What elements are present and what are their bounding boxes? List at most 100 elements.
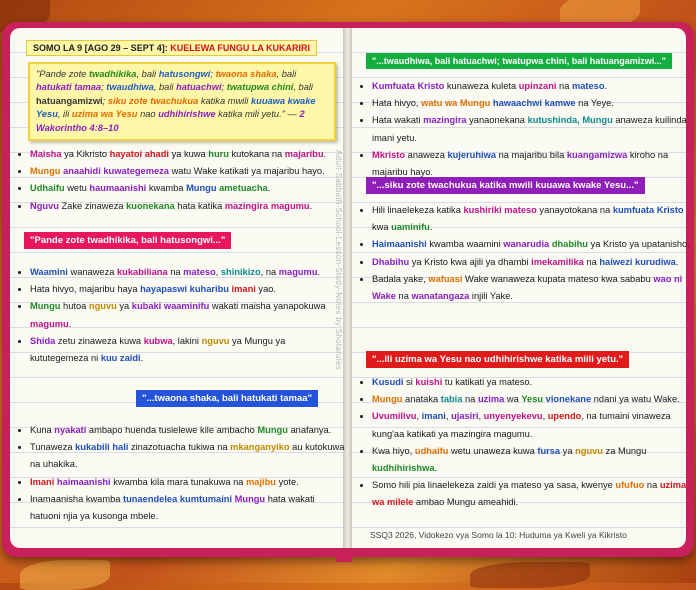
text-span: Kuna [30,425,55,435]
list-item: Badala yake, wafuasi Wake wanaweza kupat… [372,271,692,305]
text-span: Mungu [30,166,61,177]
text-span: Mungu [30,301,61,312]
verse-keyword: twatupwa chini [226,82,294,93]
list-item: Hata wakati mazingira yanaonekana kutush… [372,112,692,146]
page-footer: SSQ3 2026, Vidokezo vya Somo la 10: Hudu… [370,530,627,540]
memory-verse-box: "Pande zote twadhikika, bali hatusongwi;… [28,62,336,142]
autumn-leaf-decoration [20,560,110,590]
text-span: upendo [547,411,582,422]
text-span: kutokana na [228,149,285,159]
text-span: shinikizo [220,267,261,277]
text-span: imekamilika [531,256,584,267]
verse-keyword: uzima wa Yesu [71,109,138,120]
text-span: majaribu [284,149,324,159]
text-span: kuonekana [126,200,175,211]
text-span: . [309,200,313,211]
verse-text: , bali [276,69,297,79]
text-span: watu wa Mungu [421,98,491,109]
text-span: Maisha [30,149,62,159]
text-span: nguvu [575,445,603,456]
verse-keyword: hatukati tamaa [36,82,102,93]
verse-keyword: hatuachwi [176,82,222,93]
text-span: Somo hili pia linaelekeza zaidi ya mates… [372,480,616,491]
text-span: nguvu [88,301,117,312]
list-item: Hili linaelekeza katika kushiriki mateso… [372,202,692,236]
text-span: . [140,353,144,364]
section-banner: "Pande zote twadhikika, bali hatusongwi.… [24,232,232,249]
list-item: Kuna nyakati ambapo huenda tusielewe kil… [30,422,346,439]
text-span: ambao Mungu ameahidi. [413,497,519,508]
text-span: Hata hivyo, [372,98,422,109]
text-span: ya Kikristo [61,149,110,159]
text-span: Nguvu [30,200,59,211]
text-span: ya kuwa [169,149,209,159]
text-span: Tunaweza [30,442,76,453]
verse-text: katika mili yetu." — [218,109,297,120]
lesson-title: KUELEWA FUNGU LA KUKARIRI [170,43,311,53]
text-span: Inamaanisha kwamba [30,493,124,504]
list-item: Waamini wanaweza kukabiliana na mateso , … [30,264,346,281]
text-span: tu katikati ya mateso. [442,377,533,387]
text-span: na [644,480,660,491]
list-item: Udhaifu wetu haumaanishi kwamba Mungu am… [30,180,346,197]
verse-text: ; [221,82,225,93]
text-span: kukabili hali [75,442,129,453]
section-banner: "...siku zote twachukua katika mwili kuu… [366,177,645,194]
text-span: ujasiri [451,411,479,422]
text-span: Badala yake, [372,273,429,284]
autumn-leaf-decoration [470,562,590,588]
text-span: kukabiliana [117,267,168,277]
text-span: Waamini [30,267,68,277]
text-span: Wake wanaweza kupata mateso kwa sababu [462,273,654,284]
verse-text: ; [101,82,104,93]
text-span: upinzani [518,81,557,91]
verse-keyword: siku zote twachukua [107,95,199,106]
text-span: na Yeye. [575,98,614,109]
text-span: , lakini [172,335,202,346]
text-span: wetu unaweza kuwa [448,445,538,456]
verse-keyword: twaudhiwa [106,82,154,93]
lesson-header: SOMO LA 9 [AGO 29 – SEPT 4]: KUELEWA FUN… [26,40,318,56]
verse-text: , bali [153,82,174,93]
verse-keyword: hatuangamizwi [36,95,103,106]
key-points-list: Waamini wanaweza kukabiliana na mateso , … [16,264,346,367]
text-span: Kumfuata Kristo [372,81,445,91]
text-span: kubaki waaminifu [131,301,210,312]
text-span: Kusudi [372,377,404,387]
text-span: na [583,256,600,267]
text-span: Zake zinaweza [58,200,127,211]
text-span: kwamba kila mara tunakuwa na [110,476,247,487]
text-span: anaahidi kuwategemeza [63,166,169,177]
text-span: . [604,81,608,91]
text-span: huru [208,149,229,159]
text-span: Shida [30,335,56,346]
text-span: Haimaanishi [372,239,427,250]
text-span: ya [116,301,132,312]
text-span: . [317,267,321,277]
text-span: kudhihirishwa [372,463,435,474]
text-span: . [675,256,679,267]
verse-text: , ili [57,109,70,120]
text-span: kubwa [143,335,173,346]
text-span: na [556,81,572,91]
text-span: anataka [402,394,441,405]
list-item: Hata hivyo, watu wa Mungu hawaachwi kamw… [372,95,692,112]
text-span: Udhaifu [30,183,65,194]
text-span: wanaweza [67,267,117,277]
lesson-number: SOMO LA 9 [AGO 29 – SEPT 4]: [33,43,168,53]
verse-text: , bali [136,69,157,79]
list-item: Dhabihu ya Kristo kwa ajili ya dhambi im… [372,254,692,271]
text-span: zinazotuacha tukiwa na [128,442,231,453]
watermark-text: Adult-Sabbath-School-Lesson-Study-Notes … [334,150,343,371]
verse-text: nao [140,109,156,120]
text-span: na [395,291,412,302]
text-span: kwamba waamini [426,239,504,250]
text-span: wanarudia [503,239,550,250]
key-points-list: Kuna nyakati ambapo huenda tusielewe kil… [16,422,346,525]
text-span: nguvu [201,335,230,346]
text-span: zetu zinaweza kuwa [55,335,144,346]
text-span: ya Kristo ya upatanisho. [587,239,690,250]
list-item: Kwa hiyo, udhaifu wetu unaweza kuwa furs… [372,443,692,477]
text-span: Kwa hiyo, [372,445,415,456]
text-span: hata katika [174,200,225,211]
